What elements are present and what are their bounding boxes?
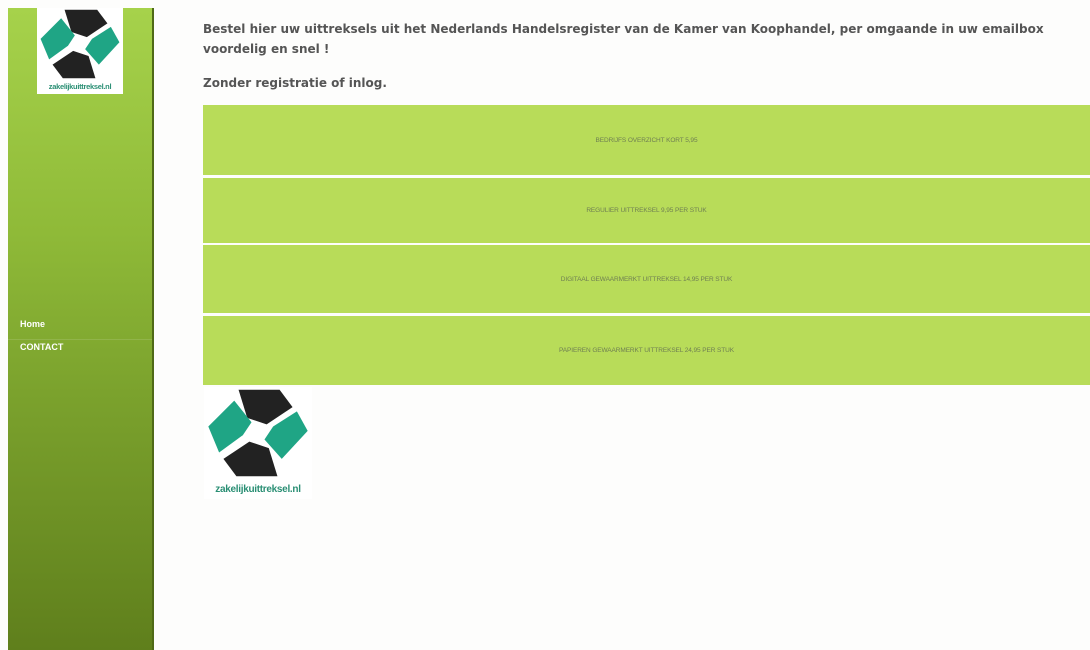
order-button-digitaal-gewaarmerkt[interactable]: DIGITAAL GEWAARMERKT UITTREKSEL 14,95 PE…	[203, 245, 1090, 313]
order-button-bedrijfs-overzicht[interactable]: BEDRIJFS OVERZICHT KORT 5,95	[203, 105, 1090, 175]
subintro-text: Zonder registratie of inlog.	[203, 76, 387, 90]
logo-mark-icon	[40, 9, 120, 79]
logo-text: zakelijkuittreksel.nl	[215, 484, 301, 495]
order-button-papieren-gewaarmerkt[interactable]: PAPIEREN GEWAARMERKT UITTREKSEL 24,95 PE…	[203, 316, 1090, 385]
sidebar-nav: Home CONTACT	[8, 317, 152, 362]
sidebar: zakelijkuittreksel.nl Home CONTACT	[8, 8, 154, 650]
site-logo[interactable]: zakelijkuittreksel.nl	[37, 8, 123, 94]
order-button-regulier-uittreksel[interactable]: REGULIER UITTREKSEL 9,95 PER STUK	[203, 178, 1090, 243]
intro-text: Bestel hier uw uittreksels uit het Neder…	[203, 22, 1044, 56]
nav-item-contact[interactable]: CONTACT	[8, 340, 152, 362]
logo-text: zakelijkuittreksel.nl	[48, 82, 112, 91]
content-logo: zakelijkuittreksel.nl	[204, 387, 312, 499]
nav-item-home[interactable]: Home	[8, 317, 152, 340]
logo-mark-icon	[208, 389, 308, 477]
